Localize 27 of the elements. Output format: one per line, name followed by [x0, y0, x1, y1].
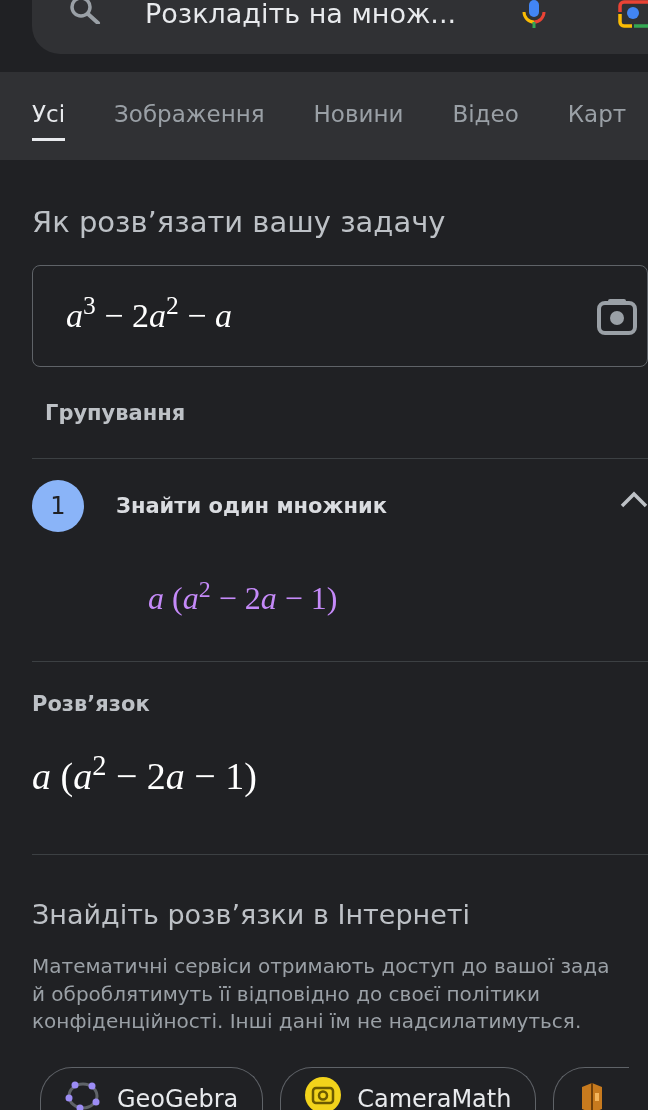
section-heading: Як розв’язати вашу задачу: [32, 204, 446, 240]
tab[interactable]: Карт: [567, 100, 627, 141]
method-label: Групування: [45, 400, 186, 426]
camera-lens-icon[interactable]: [618, 0, 648, 28]
solution-label: Розв’язок: [32, 691, 150, 717]
search-icon[interactable]: [68, 0, 102, 24]
service-chip[interactable]: [553, 1066, 630, 1110]
search-query: Розкладіть на множ...: [145, 0, 457, 28]
service-chip[interactable]: GeoGebra: [40, 1066, 264, 1110]
solution-expression: a (a$^{2}$ − 2a − 1): [32, 753, 257, 799]
service-chip[interactable]: CameraMath: [280, 1066, 537, 1110]
chevron-up-icon[interactable]: [620, 490, 648, 510]
section-heading: Знайдіть розв’язки в Інтернеті: [32, 898, 471, 932]
step-result: a (a$^{2}$ − 2a − 1): [148, 578, 338, 618]
tab[interactable]: Новини: [313, 100, 404, 141]
tab[interactable]: Усі: [32, 100, 66, 141]
camera-icon[interactable]: [597, 297, 637, 335]
privacy-notice: Математичні сервіси отримають доступ до вашої зада й оброблятимуть її відповідно до своєї політики конфіденційності. Інші дані їм не надсилатимуться.: [32, 953, 610, 1035]
microphone-icon[interactable]: [520, 0, 548, 28]
step-title: Знайти один множник: [116, 493, 387, 519]
tab[interactable]: Відео: [452, 100, 519, 141]
expression-field[interactable]: a$^{3}$ − 2a$^{2}$ − a: [32, 265, 648, 367]
camera-badge-icon: [305, 1076, 342, 1110]
step-number-badge: 1: [32, 480, 84, 532]
math-expression: a$^{3}$ − 2a$^{2}$ − a: [66, 296, 232, 336]
search-field[interactable]: Розкладіть на множ...: [32, 0, 648, 54]
tab[interactable]: Зображення: [114, 100, 265, 141]
